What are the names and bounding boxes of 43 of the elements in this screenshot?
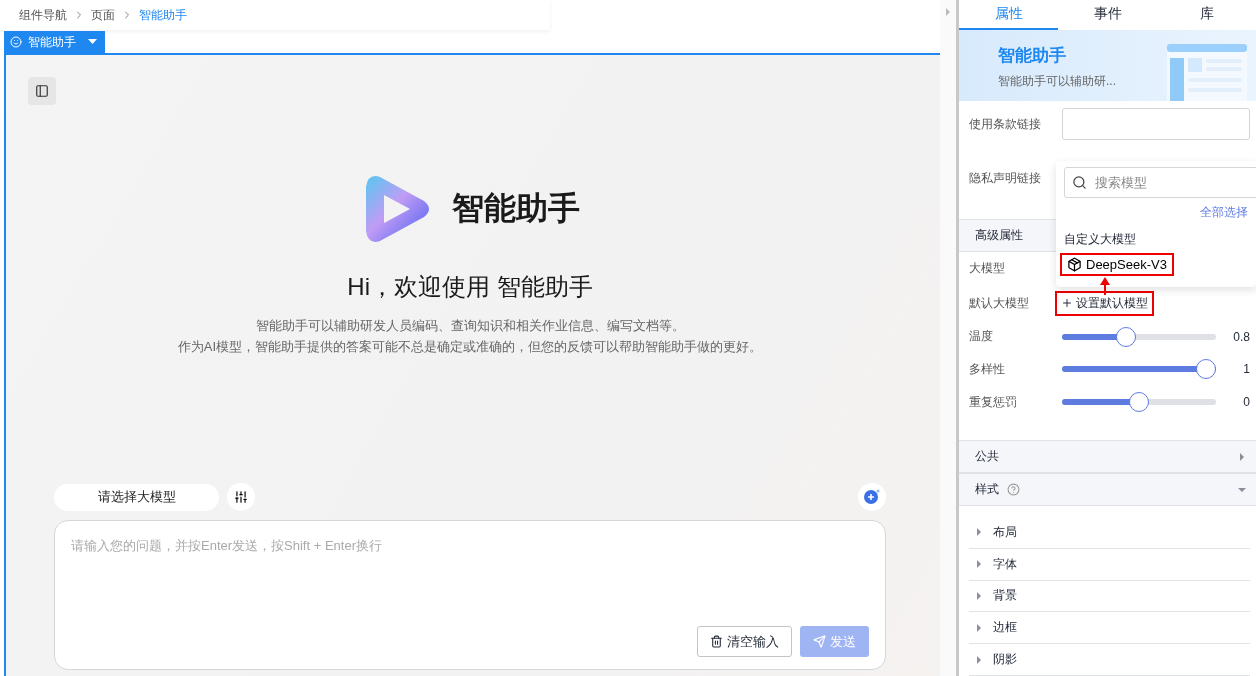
slider-label: 温度 — [969, 328, 994, 346]
breadcrumb-link[interactable]: 页面 — [91, 6, 115, 24]
slider-label: 多样性 — [969, 360, 1006, 378]
component-tag[interactable]: 智能助手 — [4, 31, 105, 53]
model-search-field[interactable]: 搜索模型 — [1064, 167, 1256, 198]
clear-button[interactable]: 清空输入 — [697, 626, 792, 657]
assistant-title: 智能助手 — [452, 189, 580, 228]
group-label: 自定义大模型 — [1064, 231, 1137, 248]
greeting-text: Hi，欢迎使用 智能助手 — [346, 272, 594, 302]
description-text: 智能助手可以辅助研发人员编码、查询知识和相关作业信息、编写文档等。 — [254, 317, 686, 335]
style-group-label: 字体 — [993, 555, 1017, 573]
style-group[interactable]: 边框 — [969, 612, 1250, 645]
set-default-model-link[interactable]: 设置默认模型 — [1055, 290, 1154, 316]
banner-title: 智能助手 — [998, 44, 1067, 67]
style-group[interactable]: 阴影 — [969, 644, 1250, 676]
field-label: 隐私声明链接 — [969, 169, 1042, 187]
section-title: 样式 — [975, 481, 999, 499]
style-group-label: 背景 — [993, 587, 1017, 605]
section-title: 高级属性 — [975, 226, 1023, 244]
style-group[interactable]: 字体 — [969, 548, 1250, 581]
style-group[interactable]: 布局 — [969, 516, 1250, 549]
model-select[interactable]: 请选择大模型 — [54, 483, 219, 511]
banner-subtitle: 智能助手可以辅助研... — [998, 72, 1116, 90]
field-label: 默认大模型 — [969, 294, 1030, 312]
select-all-link[interactable]: 全部选择 — [1200, 204, 1248, 221]
slider-value: 0.8 — [1232, 329, 1250, 344]
slider-value: 0 — [1242, 395, 1250, 410]
style-group[interactable]: 背景 — [969, 580, 1250, 613]
style-group-label: 布局 — [993, 523, 1017, 541]
field-label: 大模型 — [969, 260, 1006, 278]
style-group-label: 阴影 — [993, 651, 1017, 669]
section-header[interactable]: 公共 — [959, 440, 1256, 474]
breadcrumb-link[interactable]: 智能助手 — [139, 6, 187, 24]
slider-label: 重复惩罚 — [969, 393, 1018, 411]
breadcrumb-link[interactable]: 组件导航 — [19, 6, 67, 24]
field-label: 使用条款链接 — [969, 115, 1042, 133]
section-title: 公共 — [975, 448, 999, 466]
style-group-label: 边框 — [993, 619, 1017, 637]
slider-value: 1 — [1242, 362, 1250, 377]
model-option[interactable]: DeepSeek-V3 — [1060, 253, 1174, 276]
component-name: 智能助手 — [28, 33, 76, 51]
section-header[interactable]: 样式 — [959, 473, 1256, 506]
description-text: 作为AI模型，智能助手提供的答案可能不总是确定或准确的，但您的反馈可以帮助智能助手做的更好。 — [176, 338, 764, 356]
